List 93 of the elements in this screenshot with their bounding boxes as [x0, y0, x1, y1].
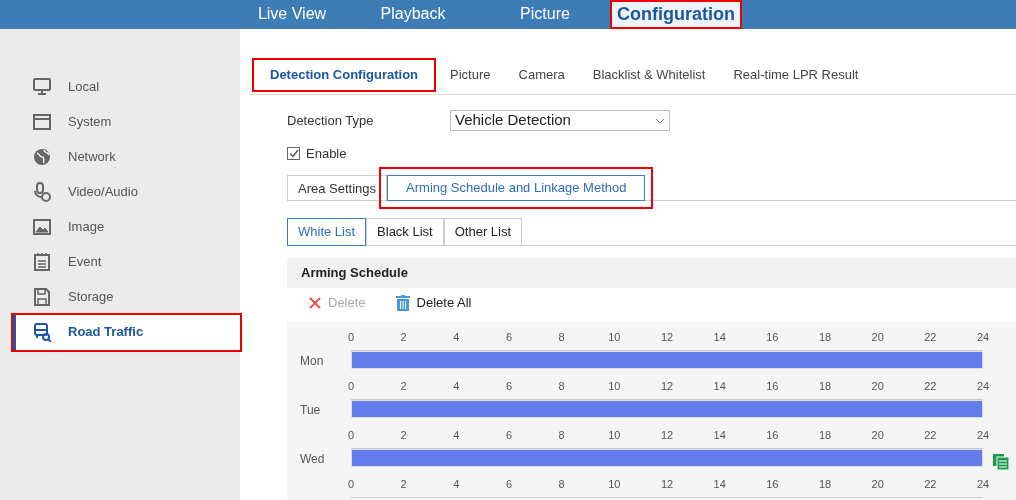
hour-tick-label: 8 — [558, 479, 565, 490]
hour-tick-label: 12 — [660, 332, 674, 343]
hour-tick-label: 6 — [505, 332, 513, 343]
hour-tick-label: 4 — [453, 479, 460, 490]
hour-tick-label: 14 — [713, 430, 726, 441]
hour-tick-label: 8 — [558, 381, 565, 392]
list-tab[interactable]: Other List — [443, 218, 523, 246]
chevron-down-icon — [655, 117, 665, 124]
sub-tab[interactable]: Picture — [436, 58, 505, 92]
hour-tick-label: 10 — [608, 381, 621, 392]
nav-tab[interactable]: Playback — [346, 0, 480, 29]
hour-tick-label: 6 — [505, 479, 513, 490]
sub-tab[interactable]: Detection Configuration — [252, 58, 437, 92]
hour-tick-label: 16 — [766, 430, 779, 441]
sidebar-item[interactable]: Road Traffic — [13, 314, 240, 350]
hour-tick-label: 20 — [871, 430, 884, 441]
hour-tick-label: 0 — [347, 479, 355, 490]
sidebar-item[interactable]: Event — [16, 244, 240, 280]
hour-tick-label: 16 — [766, 479, 779, 490]
enable-label: Enable — [306, 144, 347, 163]
hour-tick-label: 2 — [400, 430, 407, 441]
hour-tick-label: 4 — [453, 332, 460, 343]
nav-tab[interactable]: Configuration — [610, 0, 742, 29]
hour-tick-label: 10 — [608, 430, 621, 441]
hour-tick-label: 24 — [976, 381, 990, 392]
hour-tick-label: 14 — [713, 332, 726, 343]
hour-tick-label: 22 — [924, 479, 937, 490]
sidebar-item[interactable]: Network — [16, 139, 240, 175]
microphone-icon — [32, 182, 52, 202]
hour-tick-label: 14 — [713, 381, 726, 392]
check-icon — [288, 148, 299, 158]
sidebar-item[interactable]: Image — [16, 209, 240, 245]
sidebar-item[interactable]: Video/Audio — [16, 174, 240, 210]
hour-tick-label: 2 — [400, 479, 407, 490]
hour-tick-label: 12 — [660, 381, 674, 392]
list-tab[interactable]: White List — [287, 218, 367, 246]
detection-type-dropdown[interactable]: Vehicle Detection — [450, 110, 670, 131]
hour-tick-label: 16 — [766, 381, 779, 392]
hour-tick-label: 22 — [924, 430, 937, 441]
hour-tick-label: 12 — [660, 430, 674, 441]
detection-type-label: Detection Type — [287, 111, 375, 130]
schedule-bar[interactable] — [352, 450, 982, 466]
hour-tick-label: 10 — [608, 332, 621, 343]
hour-tick-label: 8 — [558, 332, 565, 343]
hour-tick-label: 0 — [347, 430, 355, 441]
hour-tick-label: 20 — [871, 381, 884, 392]
nav-tab[interactable]: Live View — [238, 0, 346, 29]
hour-tick-label: 14 — [713, 479, 726, 490]
hour-tick-label: 6 — [505, 430, 513, 441]
hour-tick-label: 18 — [818, 332, 832, 343]
sidebar-item[interactable]: Local — [16, 69, 240, 105]
schedule-bar[interactable] — [352, 401, 982, 417]
hour-tick-label: 24 — [976, 479, 990, 490]
hour-tick-label: 24 — [976, 332, 990, 343]
hour-tick-label: 16 — [766, 332, 779, 343]
nav-tab[interactable]: Picture — [480, 0, 610, 29]
car-search-icon — [32, 322, 52, 342]
list-tab[interactable]: Black List — [366, 218, 444, 246]
schedule-bar[interactable] — [352, 352, 982, 368]
section-title: Arming Schedule — [301, 264, 408, 283]
calendar-icon — [32, 252, 52, 272]
hour-tick-label: 4 — [453, 381, 460, 392]
sidebar-item[interactable]: System — [16, 104, 240, 140]
hour-tick-label: 0 — [347, 381, 355, 392]
image-icon — [32, 217, 52, 237]
sub-tab[interactable]: Real-time LPR Result — [719, 58, 873, 92]
monitor-icon — [32, 77, 52, 97]
copy-icon[interactable] — [993, 454, 1009, 470]
hour-tick-label: 0 — [347, 332, 355, 343]
hour-tick-label: 20 — [871, 479, 884, 490]
hour-tick-label: 8 — [558, 430, 565, 441]
sub-tab[interactable]: Camera — [504, 58, 579, 92]
hour-tick-label: 18 — [818, 479, 832, 490]
window-icon — [32, 112, 52, 132]
trash-icon — [395, 295, 410, 311]
hour-tick-label: 4 — [453, 430, 460, 441]
hour-tick-label: 6 — [505, 381, 513, 392]
hour-tick-label: 18 — [818, 381, 832, 392]
sub-tab[interactable]: Blacklist & Whitelist — [578, 58, 720, 92]
close-icon — [309, 297, 321, 309]
hour-tick-label: 2 — [400, 381, 407, 392]
hour-tick-label: 22 — [924, 381, 937, 392]
hour-tick-label: 2 — [400, 332, 407, 343]
hour-tick-label: 24 — [976, 430, 990, 441]
hour-tick-label: 18 — [818, 430, 832, 441]
hour-tick-label: 12 — [660, 479, 674, 490]
hour-tick-label: 22 — [924, 332, 937, 343]
sidebar-item[interactable]: Storage — [16, 279, 240, 315]
globe-icon — [32, 147, 52, 167]
delete-all-button[interactable]: Delete All — [395, 293, 472, 313]
enable-checkbox[interactable] — [287, 146, 300, 160]
hour-tick-label: 10 — [608, 479, 621, 490]
hour-tick-label: 20 — [871, 332, 884, 343]
